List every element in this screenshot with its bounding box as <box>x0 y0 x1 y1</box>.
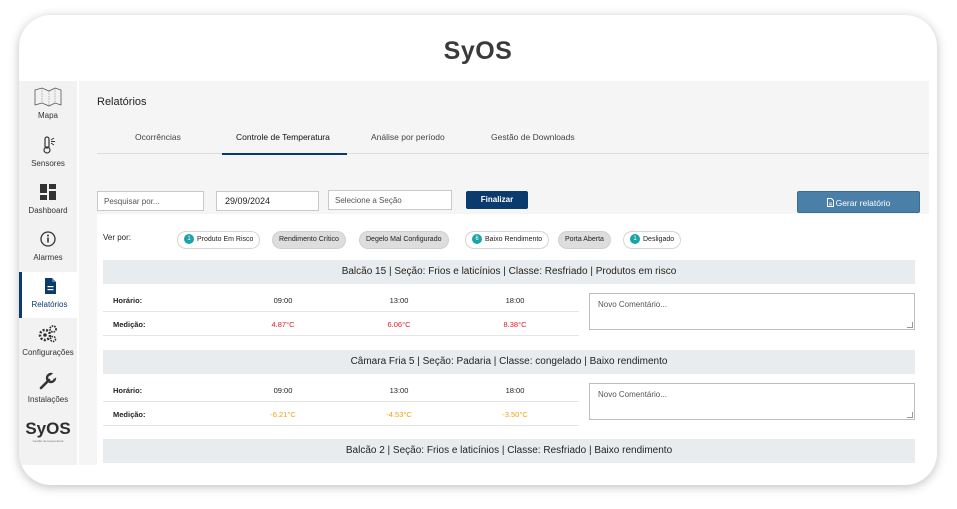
filter-chip-desligado[interactable]: 1 Desligado <box>623 231 682 249</box>
time-row: Horário: 09:00 13:00 18:00 <box>103 288 579 312</box>
measurement-value: 6.06°C <box>387 320 411 329</box>
tab-ocorrencias[interactable]: Ocorrências <box>135 132 181 142</box>
time-value: 13:00 <box>389 386 409 395</box>
chip-label: Rendimento Crítico <box>279 236 339 243</box>
sidebar-item-dashboard[interactable]: Dashboard <box>19 178 77 224</box>
app-window: SyOS Mapa Sensores Dashboard Alarmes Rel… <box>19 15 937 485</box>
time-value: 18:00 <box>505 296 525 305</box>
sidebar: Mapa Sensores Dashboard Alarmes Relatóri… <box>19 81 77 465</box>
active-tab-indicator <box>222 153 347 155</box>
filter-chip-degelo-mal-configurado[interactable]: Degelo Mal Configurado <box>359 231 449 249</box>
finalize-button[interactable]: Finalizar <box>466 191 528 209</box>
chip-count-badge: 1 <box>630 234 640 244</box>
generate-report-label: Gerar relatório <box>835 198 891 208</box>
gears-icon <box>19 324 77 346</box>
chip-label: Desligado <box>643 236 675 243</box>
sidebar-brand-logo: SyOS <box>25 419 71 438</box>
filter-chip-produto-em-risco[interactable]: 1 Produto Em Risco <box>177 231 261 249</box>
time-row: Horário: 09:00 13:00 18:00 <box>103 378 579 402</box>
comment-textarea[interactable]: Novo Comentário... <box>589 293 915 330</box>
comment-placeholder: Novo Comentário... <box>598 390 667 399</box>
sidebar-item-relatorios[interactable]: Relatórios <box>19 272 77 318</box>
chip-count-badge: 6 <box>472 234 482 244</box>
map-icon <box>19 87 77 109</box>
date-field[interactable]: 29/09/2024 <box>216 191 319 211</box>
time-value: 18:00 <box>505 386 525 395</box>
comment-textarea[interactable]: Novo Comentário... <box>589 383 915 420</box>
sidebar-item-mapa[interactable]: Mapa <box>19 83 77 129</box>
filter-chip-rendimento-critico[interactable]: Rendimento Crítico <box>272 231 346 249</box>
measurement-value: -4.53°C <box>386 410 412 419</box>
measurement-value: -6.21°C <box>270 410 296 419</box>
chip-label: Produto Em Risco <box>197 236 254 243</box>
wrench-icon <box>19 371 77 393</box>
chip-count-badge: 1 <box>184 234 194 244</box>
sidebar-item-instalacoes[interactable]: Instalações <box>19 367 77 413</box>
filter-chip-baixo-rendimento[interactable]: 6 Baixo Rendimento <box>465 231 550 249</box>
resize-handle-icon[interactable] <box>907 412 913 418</box>
measurement-value: -3.50°C <box>502 410 528 419</box>
thermometer-icon <box>19 135 77 157</box>
sidebar-item-sensores[interactable]: Sensores <box>19 131 77 177</box>
sidebar-item-label: Sensores <box>31 159 65 168</box>
tab-analise-periodo[interactable]: Análise por período <box>371 132 445 142</box>
comment-placeholder: Novo Comentário... <box>598 300 667 309</box>
tab-controle-temperatura[interactable]: Controle de Temperatura <box>236 132 330 142</box>
measurement-value: 4.87°C <box>271 320 295 329</box>
filter-chip-porta-aberta[interactable]: Porta Aberta <box>558 231 611 249</box>
sidebar-item-label: Dashboard <box>28 206 68 215</box>
measurement-value: 8.38°C <box>503 320 527 329</box>
tab-gestao-downloads[interactable]: Gestão de Downloads <box>491 132 575 142</box>
time-label: Horário: <box>113 296 143 305</box>
chip-label: Baixo Rendimento <box>485 236 543 243</box>
document-icon <box>22 276 77 298</box>
file-icon <box>826 193 834 215</box>
info-icon <box>19 229 77 251</box>
sidebar-item-label: Instalações <box>27 395 69 404</box>
brand-logo: SyOS <box>443 37 513 65</box>
sidebar-item-label: Mapa <box>37 111 58 120</box>
main-content: Relatórios Ocorrências Controle de Tempe… <box>79 81 929 465</box>
measurement-label: Medição: <box>113 410 146 419</box>
generate-report-button[interactable]: Gerar relatório <box>797 191 920 213</box>
section-header: Balcão 15 | Seção: Frios e laticínios | … <box>103 260 915 284</box>
time-label: Horário: <box>113 386 143 395</box>
chip-label: Porta Aberta <box>565 236 604 243</box>
sidebar-item-label: Relatórios <box>31 300 68 309</box>
measurement-label: Medição: <box>113 320 146 329</box>
sidebar-item-label: Alarmes <box>33 253 63 262</box>
sidebar-item-configuracoes[interactable]: Configurações <box>19 320 77 366</box>
chip-label: Degelo Mal Configurado <box>366 236 442 243</box>
tab-bar: Ocorrências Controle de Temperatura Anál… <box>97 119 929 155</box>
sidebar-item-alarmes[interactable]: Alarmes <box>19 225 77 271</box>
report-panel: Ver por: 1 Produto Em Risco Rendimento Cr… <box>97 214 929 465</box>
section-header: Câmara Fria 5 | Seção: Padaria | Classe:… <box>103 350 915 374</box>
search-input[interactable]: Pesquisar por... <box>97 191 204 211</box>
dashboard-icon <box>19 182 77 204</box>
time-value: 13:00 <box>389 296 409 305</box>
view-by-label: Ver por: <box>103 233 132 242</box>
section-select[interactable]: Selecione a Seção <box>328 190 452 210</box>
time-value: 09:00 <box>273 386 293 395</box>
resize-handle-icon[interactable] <box>907 322 913 328</box>
page-title: Relatórios <box>97 96 147 108</box>
sidebar-brand-tagline: Gestão de temperatura <box>32 439 64 443</box>
sidebar-item-label: Configurações <box>22 348 74 357</box>
time-value: 09:00 <box>273 296 293 305</box>
measurement-row: Medição: -6.21°C -4.53°C -3.50°C <box>103 402 579 426</box>
measurement-row: Medição: 4.87°C 6.06°C 8.38°C <box>103 312 579 336</box>
section-header: Balcão 2 | Seção: Frios e laticínios | C… <box>103 439 915 463</box>
